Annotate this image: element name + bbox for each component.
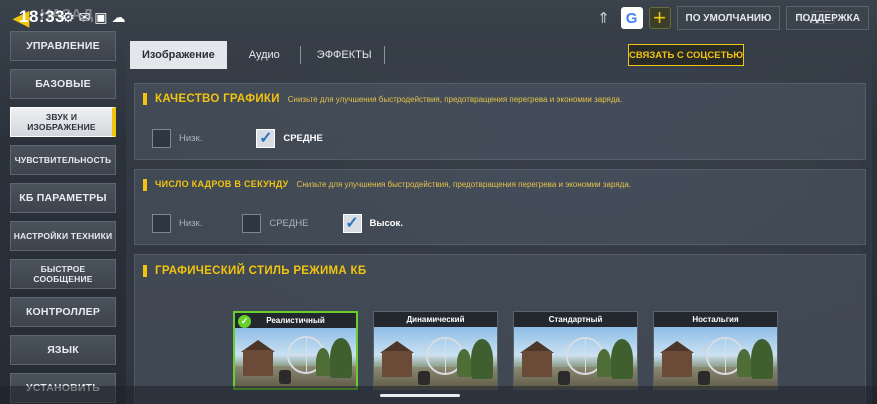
sidebar-item-sensitivity[interactable]: ЧУВСТВИТЕЛЬНОСТЬ [10,145,116,175]
section-title: ЧИСЛО КАДРОВ В СЕКУНДУ [155,179,289,189]
graphics-quality-options: Низк. ✓ СРЕДНЕ [152,129,355,148]
style-card-nostalgia[interactable]: Ностальгия [653,311,778,390]
cloud-icon: ☁ [111,9,126,25]
section-header: ГРАФИЧЕСКИЙ СТИЛЬ РЕЖИМА КБ [143,265,366,277]
section-marker [143,93,147,105]
section-hint: Снизьте для улучшения быстродействия, пр… [296,180,631,189]
sidebar-item-basic[interactable]: БАЗОВЫЕ [10,69,116,99]
style-label: Стандартный [514,312,637,327]
style-label: Реалистичный [235,313,356,328]
checkbox-checked[interactable]: ✓ [342,214,362,233]
sidebar-item-language[interactable]: ЯЗЫК [10,335,116,365]
section-title: КАЧЕСТВО ГРАФИКИ [155,93,280,105]
style-label: Ностальгия [654,312,777,327]
option-label: СРЕДНЕ [283,133,323,144]
checkbox[interactable] [152,129,171,148]
section-header: КАЧЕСТВО ГРАФИКИ Снизьте для улучшения б… [143,93,622,105]
style-preview-image [514,327,637,389]
br-style-section: ГРАФИЧЕСКИЙ СТИЛЬ РЕЖИМА КБ Реалистичный… [134,254,866,404]
frame-rate-section: ЧИСЛО КАДРОВ В СЕКУНДУ Снизьте для улучш… [134,169,866,245]
option-medium[interactable]: ✓ СРЕДНЕ [256,129,323,148]
settings-tabs: Изображение Аудио ЭФФЕКТЫ [130,41,385,69]
photo-icon: ▣ [94,9,108,25]
top-right-toolbar: ⇑ G + ПО УМОЛЧАНИЮ ПОДДЕРЖКА [593,5,869,30]
status-icons: ⚙ ✉ ▣ ☁ [62,9,126,25]
default-button[interactable]: ПО УМОЛЧАНИЮ [676,6,781,30]
clock: 18:33 [19,7,65,26]
style-card-realistic[interactable]: Реалистичный ✓ [233,311,358,390]
section-title: ГРАФИЧЕСКИЙ СТИЛЬ РЕЖИМА КБ [155,265,367,277]
option-label: СРЕДНЕ [269,218,309,229]
sidebar-item-controls[interactable]: УПРАВЛЕНИЕ [10,31,116,61]
check-icon: ✓ [259,129,273,147]
section-hint: Снизьте для улучшения быстродействия, пр… [287,95,623,104]
style-label: Динамический [374,312,497,327]
check-icon: ✓ [345,214,359,232]
style-card-standard[interactable]: Стандартный [513,311,638,390]
tab-divider [383,46,385,64]
section-marker [143,265,147,277]
checkbox[interactable] [242,214,262,233]
option-medium[interactable]: СРЕДНЕ [242,214,309,233]
support-button[interactable]: ПОДДЕРЖКА [786,6,869,30]
settings-panel: Изображение Аудио ЭФФЕКТЫ СВЯЗАТЬ С СОЦС… [126,38,872,404]
connect-social-button[interactable]: СВЯЗАТЬ С СОЦСЕТЬЮ [628,44,744,66]
mail-icon: ✉ [78,9,91,25]
home-indicator[interactable] [380,394,460,397]
option-low[interactable]: Низк. [152,129,202,148]
sidebar-item-sound-graphics[interactable]: ЗВУК И ИЗОБРАЖЕНИЕ [10,107,116,137]
section-marker [143,179,147,191]
gear-icon: ⚙ [62,9,75,25]
status-bar: ◀ НАЗАД 18:33 ⚙ ✉ ▣ ☁ ≋ 100 ⇑ G + ПО УМО… [0,0,877,36]
option-high[interactable]: ✓ Высок. [342,214,403,233]
style-preview-image [654,327,777,389]
rank-icon[interactable]: ⇑ [593,7,615,29]
section-header: ЧИСЛО КАДРОВ В СЕКУНДУ Снизьте для улучш… [143,179,631,191]
option-label: Низк. [179,218,203,229]
selected-check-icon: ✓ [238,315,251,328]
checkbox[interactable] [152,214,171,233]
option-label: Низк. [179,133,203,144]
sidebar-item-br-settings[interactable]: КБ ПАРАМЕТРЫ [10,183,116,213]
style-preview-image [374,327,497,389]
sidebar-item-controller[interactable]: КОНТРОЛЛЕР [10,297,116,327]
tab-divider [299,46,301,64]
frame-rate-options: Низк. СРЕДНЕ ✓ Высок. [152,214,435,233]
sidebar-item-quick-message[interactable]: БЫСТРОЕ СООБЩЕНИЕ [10,259,116,289]
style-cards: Реалистичный ✓ Динамический Стандартный [233,311,778,390]
option-low[interactable]: Низк. [152,214,202,233]
tab-audio[interactable]: Аудио [237,41,292,69]
style-preview-image [235,328,356,388]
style-card-dynamic[interactable]: Динамический [373,311,498,390]
tab-graphics[interactable]: Изображение [130,41,227,69]
add-icon[interactable]: + [648,5,671,30]
tab-effects[interactable]: ЭФФЕКТЫ [305,41,384,69]
settings-sidebar: УПРАВЛЕНИЕ БАЗОВЫЕ ЗВУК И ИЗОБРАЖЕНИЕ ЧУ… [10,30,118,404]
google-icon[interactable]: G [620,7,643,29]
checkbox-checked[interactable]: ✓ [256,129,276,148]
sidebar-item-vehicle-settings[interactable]: НАСТРОЙКИ ТЕХНИКИ [10,221,116,251]
graphics-quality-section: КАЧЕСТВО ГРАФИКИ Снизьте для улучшения б… [134,83,866,160]
option-label: Высок. [369,218,403,229]
